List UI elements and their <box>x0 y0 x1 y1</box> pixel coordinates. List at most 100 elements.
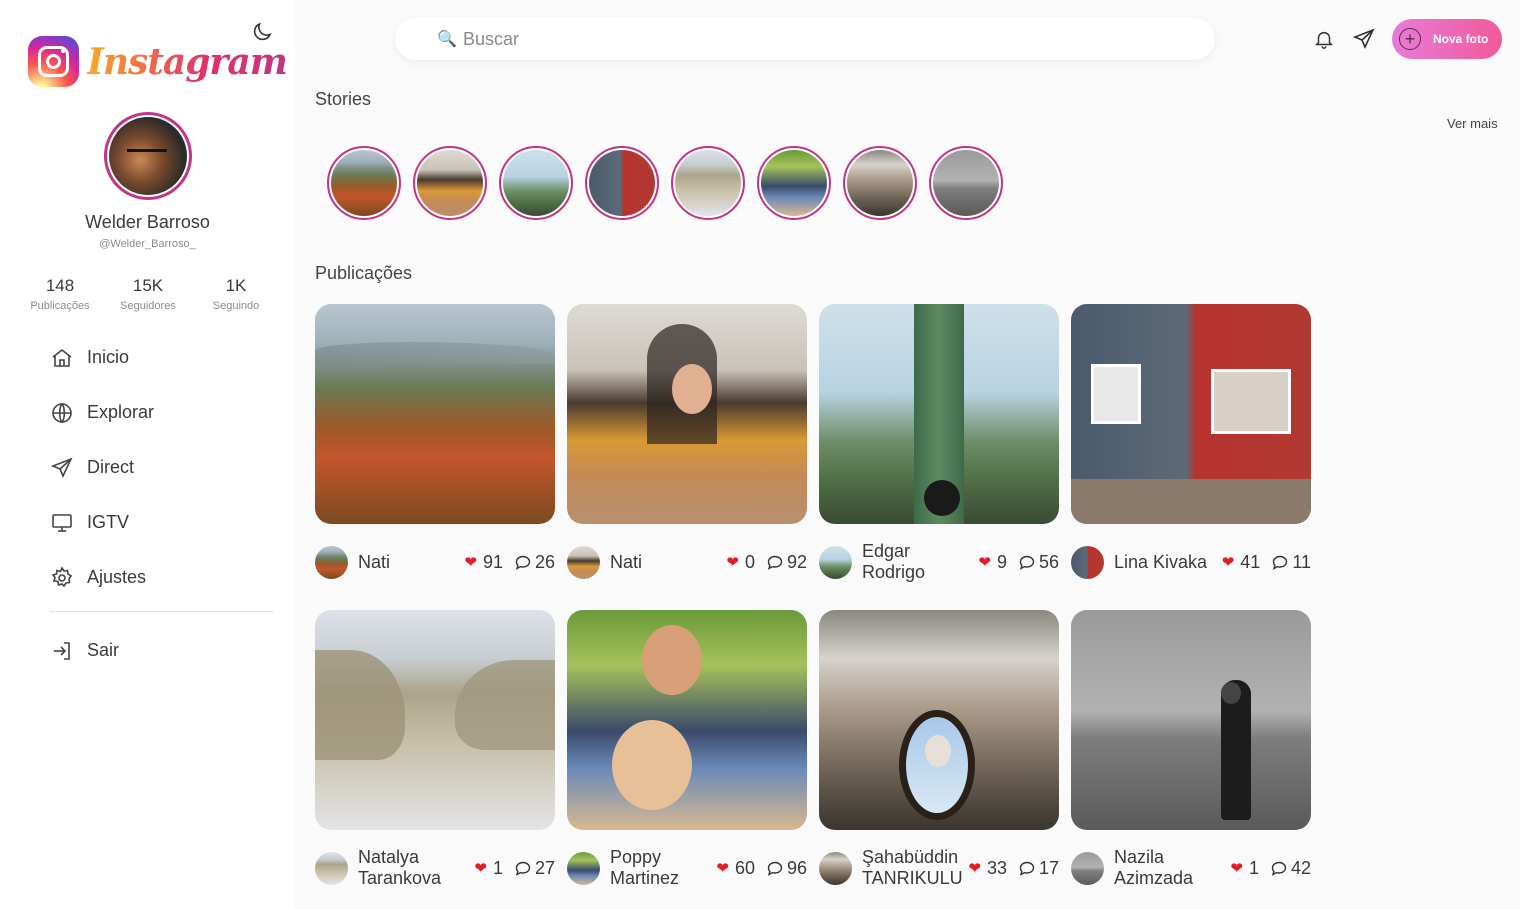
globe-icon <box>52 402 72 423</box>
nav-item-inicio[interactable]: Inicio <box>50 330 274 385</box>
gear-icon <box>51 565 73 587</box>
profile-name: Welder Barroso <box>85 212 210 232</box>
post-author[interactable]: Nazila Azimzada <box>1114 847 1214 889</box>
profile-stats: 148 Publicações 15K Seguidores 1K Seguin… <box>16 276 280 312</box>
comment-count: 96 <box>786 857 807 878</box>
post-photo[interactable] <box>1071 304 1311 524</box>
comment-count: 17 <box>1038 857 1059 878</box>
post-author[interactable]: Nati <box>358 552 458 573</box>
post-author[interactable]: Nati <box>610 552 710 573</box>
search-input[interactable]: 🔍 Buscar <box>395 18 1215 60</box>
post-card: Nazila Azimzada ❤ 1 42 <box>1071 610 1311 888</box>
post-counts: ❤ 33 17 <box>968 858 1059 879</box>
heart-icon[interactable]: ❤ <box>726 553 739 571</box>
heart-icon[interactable]: ❤ <box>716 859 729 877</box>
post-meta: Şahabüddin TANRIKULU ❤ 33 17 <box>819 846 1059 890</box>
stat-publicacoes[interactable]: 148 Publicações <box>16 276 104 312</box>
see-more-link[interactable]: Ver mais <box>1447 116 1498 131</box>
like-count: 0 <box>744 551 755 572</box>
heart-icon[interactable]: ❤ <box>978 553 991 571</box>
post-author[interactable]: Poppy Martinez <box>610 847 710 889</box>
comment-count: 42 <box>1290 857 1311 878</box>
post-card: Poppy Martinez ❤ 60 96 <box>567 610 807 888</box>
stat-seguindo[interactable]: 1K Seguindo <box>192 276 280 312</box>
heart-icon[interactable]: ❤ <box>464 553 477 571</box>
story-item[interactable] <box>843 146 917 220</box>
post-author[interactable]: Edgar Rodrigo <box>862 541 962 583</box>
story-item[interactable] <box>499 146 573 220</box>
comment-count: 27 <box>534 857 555 878</box>
author-avatar[interactable] <box>819 545 852 579</box>
post-photo[interactable] <box>315 610 555 830</box>
post-card: Şahabüddin TANRIKULU ❤ 33 17 <box>819 610 1059 888</box>
post-photo[interactable] <box>315 304 555 524</box>
post-card: Nati ❤ 0 92 <box>567 304 807 579</box>
comment-icon[interactable] <box>1271 861 1287 876</box>
like-count: 33 <box>986 857 1007 878</box>
heart-icon[interactable]: ❤ <box>474 859 487 877</box>
logout-section: Sair <box>50 623 274 678</box>
nav-label: IGTV <box>87 512 130 532</box>
post-photo[interactable] <box>567 610 807 830</box>
nav-item-igtv[interactable]: IGTV <box>50 495 274 550</box>
post-author[interactable]: Şahabüddin TANRIKULU <box>862 847 963 889</box>
story-item[interactable] <box>413 146 487 220</box>
instagram-logo-icon <box>28 36 79 87</box>
comment-icon[interactable] <box>767 555 783 570</box>
logo[interactable]: Instagram <box>28 36 288 87</box>
like-count: 91 <box>482 551 503 572</box>
stat-label: Publicações <box>30 300 90 312</box>
nav-label: Direct <box>87 457 135 477</box>
post-author[interactable]: Lina Kivaka <box>1114 552 1214 573</box>
bell-icon[interactable] <box>1313 28 1335 50</box>
author-avatar[interactable] <box>819 851 852 885</box>
nav-item-explorar[interactable]: Explorar <box>50 385 274 440</box>
story-item[interactable] <box>671 146 745 220</box>
stat-number: 15K <box>132 276 164 295</box>
comment-icon[interactable] <box>767 861 783 876</box>
story-item[interactable] <box>757 146 831 220</box>
comment-count: 26 <box>534 551 555 572</box>
post-photo[interactable] <box>567 304 807 524</box>
send-icon[interactable] <box>1352 27 1376 51</box>
post-author[interactable]: Natalya Tarankova <box>358 847 458 889</box>
author-avatar[interactable] <box>1071 851 1104 885</box>
author-avatar[interactable] <box>315 851 348 885</box>
new-photo-button[interactable]: + Nova foto <box>1392 19 1502 59</box>
story-item[interactable] <box>585 146 659 220</box>
author-avatar[interactable] <box>315 545 348 579</box>
logout-button[interactable]: Sair <box>50 623 274 678</box>
comment-icon[interactable] <box>515 555 531 570</box>
send-icon <box>50 457 73 478</box>
sidebar: Instagram Welder Barroso @Welder_Barroso… <box>0 0 295 909</box>
story-item[interactable] <box>327 146 401 220</box>
sidebar-divider <box>50 611 274 612</box>
post-photo[interactable] <box>1071 610 1311 830</box>
post-meta: Edgar Rodrigo ❤ 9 56 <box>819 540 1059 584</box>
comment-icon[interactable] <box>1019 861 1035 876</box>
heart-icon[interactable]: ❤ <box>1230 859 1243 877</box>
stat-seguidores[interactable]: 15K Seguidores <box>104 276 192 312</box>
monitor-icon <box>52 513 72 532</box>
author-avatar[interactable] <box>567 545 600 579</box>
nav-item-ajustes[interactable]: Ajustes <box>50 550 274 605</box>
comment-count: 92 <box>786 551 807 572</box>
search-icon: 🔍 <box>437 31 457 48</box>
comment-icon[interactable] <box>1272 555 1288 570</box>
post-card: Lina Kivaka ❤ 41 11 <box>1071 304 1311 579</box>
comment-icon[interactable] <box>515 861 531 876</box>
nav-item-direct[interactable]: Direct <box>50 440 274 495</box>
moon-icon[interactable] <box>250 20 274 44</box>
stat-number: 1K <box>225 276 247 295</box>
author-avatar[interactable] <box>1071 545 1104 579</box>
post-photo[interactable] <box>819 610 1059 830</box>
comment-icon[interactable] <box>1019 555 1035 570</box>
profile-avatar[interactable] <box>104 112 192 200</box>
author-avatar[interactable] <box>567 851 600 885</box>
story-item[interactable] <box>929 146 1003 220</box>
heart-icon[interactable]: ❤ <box>968 859 981 877</box>
heart-icon[interactable]: ❤ <box>1222 553 1235 571</box>
sidebar-nav: Inicio Explorar Direct IGTV Ajustes <box>50 330 274 605</box>
post-photo[interactable] <box>819 304 1059 524</box>
stat-label: Seguidores <box>120 300 176 312</box>
